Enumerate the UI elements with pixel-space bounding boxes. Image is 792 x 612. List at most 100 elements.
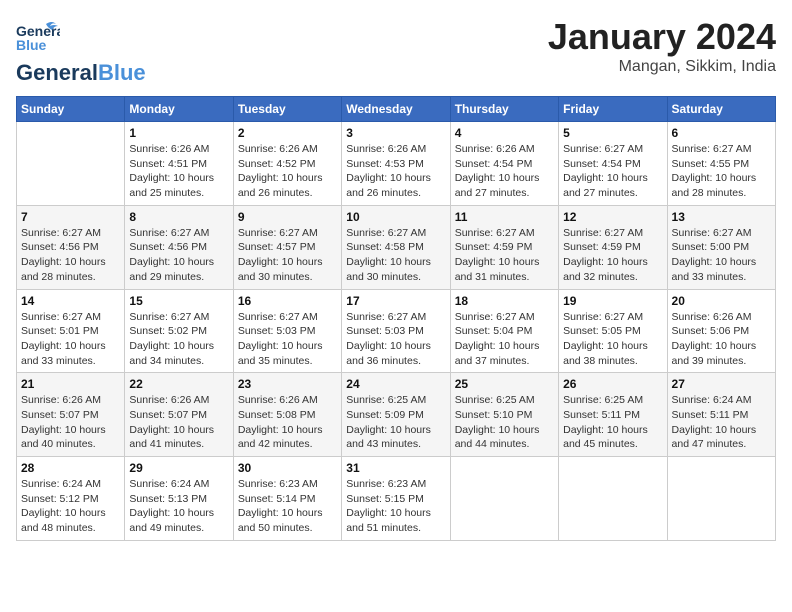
calendar-cell: 30 Sunrise: 6:23 AMSunset: 5:14 PMDayligh… <box>233 457 341 541</box>
calendar-cell: 31 Sunrise: 6:23 AMSunset: 5:15 PMDayligh… <box>342 457 450 541</box>
day-number: 23 <box>238 377 337 391</box>
day-info: Sunrise: 6:26 AMSunset: 5:06 PMDaylight:… <box>672 310 771 369</box>
calendar-cell: 29 Sunrise: 6:24 AMSunset: 5:13 PMDayligh… <box>125 457 233 541</box>
day-info: Sunrise: 6:27 AMSunset: 4:56 PMDaylight:… <box>129 226 228 285</box>
calendar-cell: 1 Sunrise: 6:26 AMSunset: 4:51 PMDaylight… <box>125 122 233 206</box>
day-number: 24 <box>346 377 445 391</box>
calendar-cell: 7 Sunrise: 6:27 AMSunset: 4:56 PMDaylight… <box>17 205 125 289</box>
day-number: 15 <box>129 294 228 308</box>
calendar-cell: 20 Sunrise: 6:26 AMSunset: 5:06 PMDayligh… <box>667 289 775 373</box>
day-number: 5 <box>563 126 662 140</box>
day-info: Sunrise: 6:27 AMSunset: 5:05 PMDaylight:… <box>563 310 662 369</box>
day-info: Sunrise: 6:23 AMSunset: 5:15 PMDaylight:… <box>346 477 445 536</box>
day-info: Sunrise: 6:27 AMSunset: 4:57 PMDaylight:… <box>238 226 337 285</box>
calendar-cell: 3 Sunrise: 6:26 AMSunset: 4:53 PMDaylight… <box>342 122 450 206</box>
calendar-week-row: 7 Sunrise: 6:27 AMSunset: 4:56 PMDaylight… <box>17 205 776 289</box>
day-info: Sunrise: 6:27 AMSunset: 5:03 PMDaylight:… <box>238 310 337 369</box>
calendar-cell <box>450 457 558 541</box>
day-info: Sunrise: 6:27 AMSunset: 4:59 PMDaylight:… <box>455 226 554 285</box>
logo: General Blue GeneralBlue <box>16 16 146 84</box>
day-info: Sunrise: 6:27 AMSunset: 4:56 PMDaylight:… <box>21 226 120 285</box>
day-info: Sunrise: 6:26 AMSunset: 4:53 PMDaylight:… <box>346 142 445 201</box>
day-info: Sunrise: 6:27 AMSunset: 4:55 PMDaylight:… <box>672 142 771 201</box>
calendar-cell: 26Sunrise: 6:25 AMSunset: 5:11 PMDayligh… <box>559 373 667 457</box>
day-info: Sunrise: 6:25 AMSunset: 5:09 PMDaylight:… <box>346 393 445 452</box>
day-number: 1 <box>129 126 228 140</box>
day-number: 17 <box>346 294 445 308</box>
calendar-cell: 25 Sunrise: 6:25 AMSunset: 5:10 PMDayligh… <box>450 373 558 457</box>
day-number: 16 <box>238 294 337 308</box>
day-info: Sunrise: 6:27 AMSunset: 5:04 PMDaylight:… <box>455 310 554 369</box>
day-number: 6 <box>672 126 771 140</box>
calendar-week-row: 1 Sunrise: 6:26 AMSunset: 4:51 PMDaylight… <box>17 122 776 206</box>
day-info: Sunrise: 6:27 AMSunset: 5:00 PMDaylight:… <box>672 226 771 285</box>
calendar-cell: 14Sunrise: 6:27 AMSunset: 5:01 PMDayligh… <box>17 289 125 373</box>
day-info: Sunrise: 6:26 AMSunset: 5:08 PMDaylight:… <box>238 393 337 452</box>
day-info: Sunrise: 6:24 AMSunset: 5:11 PMDaylight:… <box>672 393 771 452</box>
day-number: 13 <box>672 210 771 224</box>
svg-text:Blue: Blue <box>16 37 47 53</box>
day-number: 25 <box>455 377 554 391</box>
calendar-cell: 23 Sunrise: 6:26 AMSunset: 5:08 PMDayligh… <box>233 373 341 457</box>
day-number: 21 <box>21 377 120 391</box>
calendar-cell: 11Sunrise: 6:27 AMSunset: 4:59 PMDayligh… <box>450 205 558 289</box>
column-header-thursday: Thursday <box>450 97 558 122</box>
calendar-cell <box>667 457 775 541</box>
day-number: 3 <box>346 126 445 140</box>
calendar-table: SundayMondayTuesdayWednesdayThursdayFrid… <box>16 96 776 541</box>
day-number: 28 <box>21 461 120 475</box>
day-number: 19 <box>563 294 662 308</box>
day-number: 8 <box>129 210 228 224</box>
calendar-cell: 6 Sunrise: 6:27 AMSunset: 4:55 PMDaylight… <box>667 122 775 206</box>
day-info: Sunrise: 6:26 AMSunset: 4:51 PMDaylight:… <box>129 142 228 201</box>
day-info: Sunrise: 6:24 AMSunset: 5:13 PMDaylight:… <box>129 477 228 536</box>
day-number: 29 <box>129 461 228 475</box>
calendar-cell: 18 Sunrise: 6:27 AMSunset: 5:04 PMDayligh… <box>450 289 558 373</box>
calendar-cell <box>559 457 667 541</box>
calendar-week-row: 21Sunrise: 6:26 AMSunset: 5:07 PMDayligh… <box>17 373 776 457</box>
logo-icon: General Blue <box>16 16 60 60</box>
calendar-cell <box>17 122 125 206</box>
calendar-week-row: 14Sunrise: 6:27 AMSunset: 5:01 PMDayligh… <box>17 289 776 373</box>
logo-blue: Blue <box>98 62 146 84</box>
day-number: 31 <box>346 461 445 475</box>
day-info: Sunrise: 6:26 AMSunset: 4:54 PMDaylight:… <box>455 142 554 201</box>
calendar-cell: 21Sunrise: 6:26 AMSunset: 5:07 PMDayligh… <box>17 373 125 457</box>
calendar-cell: 17 Sunrise: 6:27 AMSunset: 5:03 PMDayligh… <box>342 289 450 373</box>
calendar-cell: 13 Sunrise: 6:27 AMSunset: 5:00 PMDayligh… <box>667 205 775 289</box>
calendar-cell: 2 Sunrise: 6:26 AMSunset: 4:52 PMDaylight… <box>233 122 341 206</box>
column-header-wednesday: Wednesday <box>342 97 450 122</box>
day-number: 30 <box>238 461 337 475</box>
calendar-cell: 19 Sunrise: 6:27 AMSunset: 5:05 PMDayligh… <box>559 289 667 373</box>
column-header-monday: Monday <box>125 97 233 122</box>
calendar-cell: 12 Sunrise: 6:27 AMSunset: 4:59 PMDayligh… <box>559 205 667 289</box>
column-header-tuesday: Tuesday <box>233 97 341 122</box>
day-number: 22 <box>129 377 228 391</box>
calendar-cell: 5 Sunrise: 6:27 AMSunset: 4:54 PMDaylight… <box>559 122 667 206</box>
day-number: 18 <box>455 294 554 308</box>
location: Mangan, Sikkim, India <box>548 58 776 76</box>
day-info: Sunrise: 6:23 AMSunset: 5:14 PMDaylight:… <box>238 477 337 536</box>
day-info: Sunrise: 6:27 AMSunset: 5:01 PMDaylight:… <box>21 310 120 369</box>
page-header: General Blue GeneralBlue January 2024 Ma… <box>16 16 776 84</box>
day-info: Sunrise: 6:27 AMSunset: 4:59 PMDaylight:… <box>563 226 662 285</box>
day-number: 20 <box>672 294 771 308</box>
title-block: January 2024 Mangan, Sikkim, India <box>548 16 776 76</box>
calendar-cell: 15Sunrise: 6:27 AMSunset: 5:02 PMDayligh… <box>125 289 233 373</box>
day-info: Sunrise: 6:25 AMSunset: 5:10 PMDaylight:… <box>455 393 554 452</box>
day-info: Sunrise: 6:27 AMSunset: 5:03 PMDaylight:… <box>346 310 445 369</box>
day-info: Sunrise: 6:27 AMSunset: 4:58 PMDaylight:… <box>346 226 445 285</box>
day-number: 12 <box>563 210 662 224</box>
day-number: 7 <box>21 210 120 224</box>
day-info: Sunrise: 6:26 AMSunset: 4:52 PMDaylight:… <box>238 142 337 201</box>
column-header-sunday: Sunday <box>17 97 125 122</box>
day-number: 10 <box>346 210 445 224</box>
day-number: 2 <box>238 126 337 140</box>
day-info: Sunrise: 6:27 AMSunset: 4:54 PMDaylight:… <box>563 142 662 201</box>
calendar-cell: 27 Sunrise: 6:24 AMSunset: 5:11 PMDayligh… <box>667 373 775 457</box>
column-header-saturday: Saturday <box>667 97 775 122</box>
day-number: 27 <box>672 377 771 391</box>
calendar-cell: 9Sunrise: 6:27 AMSunset: 4:57 PMDaylight… <box>233 205 341 289</box>
month-title: January 2024 <box>548 16 776 58</box>
calendar-week-row: 28Sunrise: 6:24 AMSunset: 5:12 PMDayligh… <box>17 457 776 541</box>
